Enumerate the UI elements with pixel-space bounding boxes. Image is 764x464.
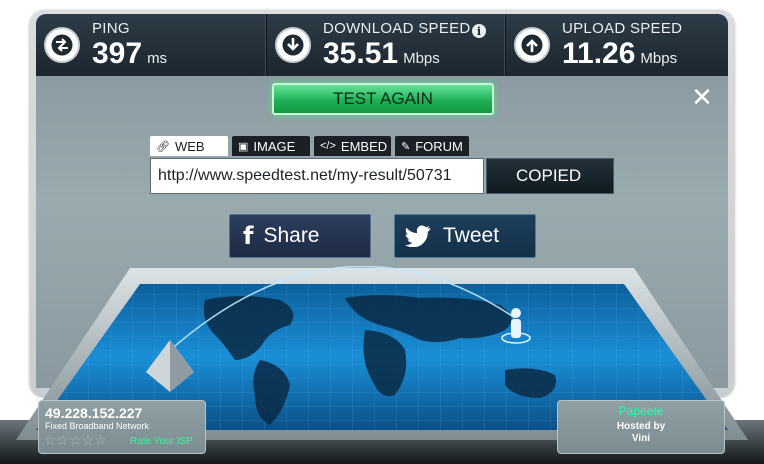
info-icon[interactable]: i xyxy=(472,24,486,38)
client-info: 49.228.152.227 Fixed Broadband Network ☆… xyxy=(38,400,206,454)
upload-value: 11.26 xyxy=(562,37,636,70)
tab-web-label: WEB xyxy=(174,138,205,154)
rate-isp-link[interactable]: Rate Your ISP xyxy=(130,436,193,447)
tab-image-label: IMAGE xyxy=(253,138,296,154)
copy-button[interactable]: COPIED xyxy=(486,158,614,194)
tweet-label: Tweet xyxy=(443,224,500,247)
image-icon: ▣ xyxy=(238,140,249,153)
close-icon[interactable]: ✕ xyxy=(690,84,714,110)
server-city[interactable]: Papeete xyxy=(558,404,724,418)
arrow-up-icon xyxy=(514,27,550,63)
share-button[interactable]: f Share xyxy=(229,214,371,258)
download-stat: DOWNLOAD SPEED 35.51 Mbps i xyxy=(267,14,506,76)
exchange-arrows-icon xyxy=(44,27,80,63)
server-host: Vini xyxy=(631,433,651,444)
link-icon: 🔗︎ xyxy=(156,140,170,153)
upload-stat: UPLOAD SPEED 11.26 Mbps xyxy=(506,14,728,76)
rating-stars[interactable]: ☆☆☆☆☆ xyxy=(44,432,107,449)
code-icon: </> xyxy=(320,140,336,152)
server-info: Papeete Hosted by Vini xyxy=(557,400,725,454)
tab-forum[interactable]: ✎ FORUM xyxy=(395,136,469,156)
result-url: http://www.speedtest.net/my-result/50731 xyxy=(158,167,452,184)
share-label: Share xyxy=(263,224,320,247)
ping-label: PING xyxy=(92,20,130,37)
edit-icon: ✎ xyxy=(401,140,411,153)
client-ip: 49.228.152.227 xyxy=(45,405,143,421)
hosted-by-label: Hosted by xyxy=(616,421,666,432)
tab-embed[interactable]: </> EMBED xyxy=(314,136,391,156)
ping-unit: ms xyxy=(147,50,168,67)
stats-bar: PING 397 ms DOWNLOAD SPEED 35.51 Mbps i xyxy=(36,14,728,76)
tab-web[interactable]: 🔗︎ WEB xyxy=(150,136,228,156)
upload-unit: Mbps xyxy=(640,50,678,67)
download-unit: Mbps xyxy=(403,50,440,67)
tab-forum-label: FORUM xyxy=(415,138,463,154)
tab-image[interactable]: ▣ IMAGE xyxy=(232,136,310,156)
upload-label: UPLOAD SPEED xyxy=(562,20,683,37)
result-url-field[interactable]: http://www.speedtest.net/my-result/50731 xyxy=(150,158,484,194)
ping-value: 397 xyxy=(92,37,143,70)
download-value: 35.51 xyxy=(323,37,399,70)
share-tabs: 🔗︎ WEB ▣ IMAGE </> EMBED ✎ FORUM xyxy=(150,136,469,156)
arrow-down-icon xyxy=(275,27,311,63)
twitter-icon xyxy=(405,225,431,247)
speedtest-app: PING 397 ms DOWNLOAD SPEED 35.51 Mbps i xyxy=(0,0,764,464)
isp-name: Fixed Broadband Network xyxy=(45,421,150,431)
download-label: DOWNLOAD SPEED xyxy=(323,20,471,37)
tab-embed-label: EMBED xyxy=(340,138,388,154)
tweet-button[interactable]: Tweet xyxy=(394,214,536,258)
ping-stat: PING 397 ms xyxy=(36,14,267,76)
facebook-icon: f xyxy=(243,222,254,250)
test-again-button[interactable]: TEST AGAIN xyxy=(272,83,494,115)
